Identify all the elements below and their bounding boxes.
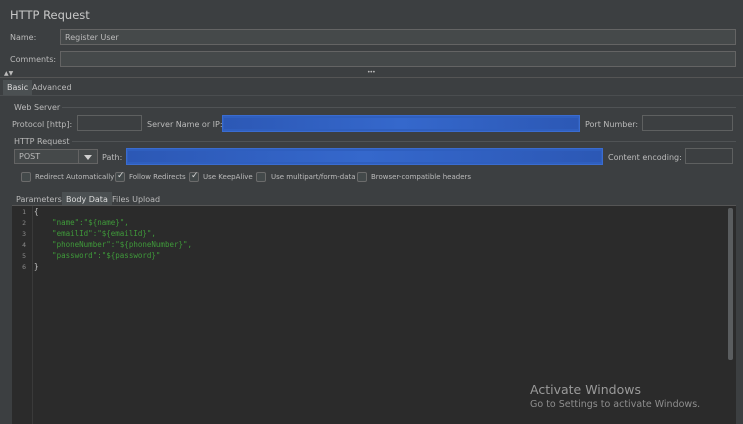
use-keepalive-label: Use KeepAlive [203, 173, 253, 181]
activate-windows-title: Activate Windows [530, 382, 641, 397]
http-request-divider [72, 141, 736, 142]
line-number: 1 [22, 208, 26, 216]
splitter-handle[interactable]: ••• [367, 69, 376, 76]
content-encoding-label: Content encoding: [608, 153, 682, 162]
line-number: 2 [22, 219, 26, 227]
method-select[interactable]: POST [14, 149, 98, 164]
code-line: { [34, 207, 39, 216]
use-keepalive-checkbox[interactable] [189, 171, 199, 182]
line-number: 6 [22, 263, 26, 271]
code-line: "password":"${password}" [34, 251, 161, 260]
protocol-field[interactable] [77, 115, 142, 131]
splitter-divider [0, 77, 743, 78]
editor-scrollbar[interactable] [728, 208, 733, 360]
follow-redirects-checkbox[interactable] [115, 171, 125, 182]
chevron-down-icon [78, 150, 97, 163]
protocol-label: Protocol [http]: [12, 120, 73, 129]
redirect-automatically-label: Redirect Automatically [35, 173, 115, 181]
tab-advanced[interactable]: Advanced [28, 80, 76, 95]
port-number-label: Port Number: [585, 120, 639, 129]
path-field[interactable] [126, 148, 603, 165]
server-name-field[interactable] [222, 115, 580, 132]
web-server-section-label: Web Server [14, 103, 61, 112]
name-field[interactable]: Register User [60, 29, 736, 45]
server-name-label: Server Name or IP: [147, 120, 223, 129]
splitter-collapse-arrows[interactable]: ▲▼ [4, 70, 13, 77]
use-multipart-label: Use multipart/form-data [271, 173, 356, 181]
path-label: Path: [102, 153, 123, 162]
panel-title: HTTP Request [10, 8, 90, 22]
web-server-divider [62, 107, 736, 108]
comments-field[interactable] [60, 51, 736, 67]
http-request-section-label: HTTP Request [14, 137, 70, 146]
browser-compatible-headers-label: Browser-compatible headers [371, 173, 472, 181]
content-encoding-field[interactable] [685, 148, 733, 164]
port-number-field[interactable] [642, 115, 733, 131]
line-number-gutter: 1 2 3 4 5 6 [12, 206, 33, 424]
line-number: 5 [22, 252, 26, 260]
follow-redirects-label: Follow Redirects [129, 173, 186, 181]
redirect-automatically-checkbox[interactable] [21, 172, 31, 182]
tab-underline [0, 95, 743, 96]
method-value: POST [19, 152, 41, 161]
code-line: "phoneNumber":"${phoneNumber}", [34, 240, 193, 249]
code-line: } [34, 262, 39, 271]
comments-label: Comments: [10, 55, 57, 64]
name-label: Name: [10, 33, 37, 42]
activate-windows-subtitle: Go to Settings to activate Windows. [530, 399, 701, 410]
browser-compatible-headers-checkbox[interactable] [357, 172, 367, 182]
use-multipart-checkbox[interactable] [256, 172, 266, 182]
line-number: 3 [22, 230, 26, 238]
line-number: 4 [22, 241, 26, 249]
code-line: "name":"${name}", [34, 218, 129, 227]
code-line: "emailId":"${emailId}", [34, 229, 156, 238]
